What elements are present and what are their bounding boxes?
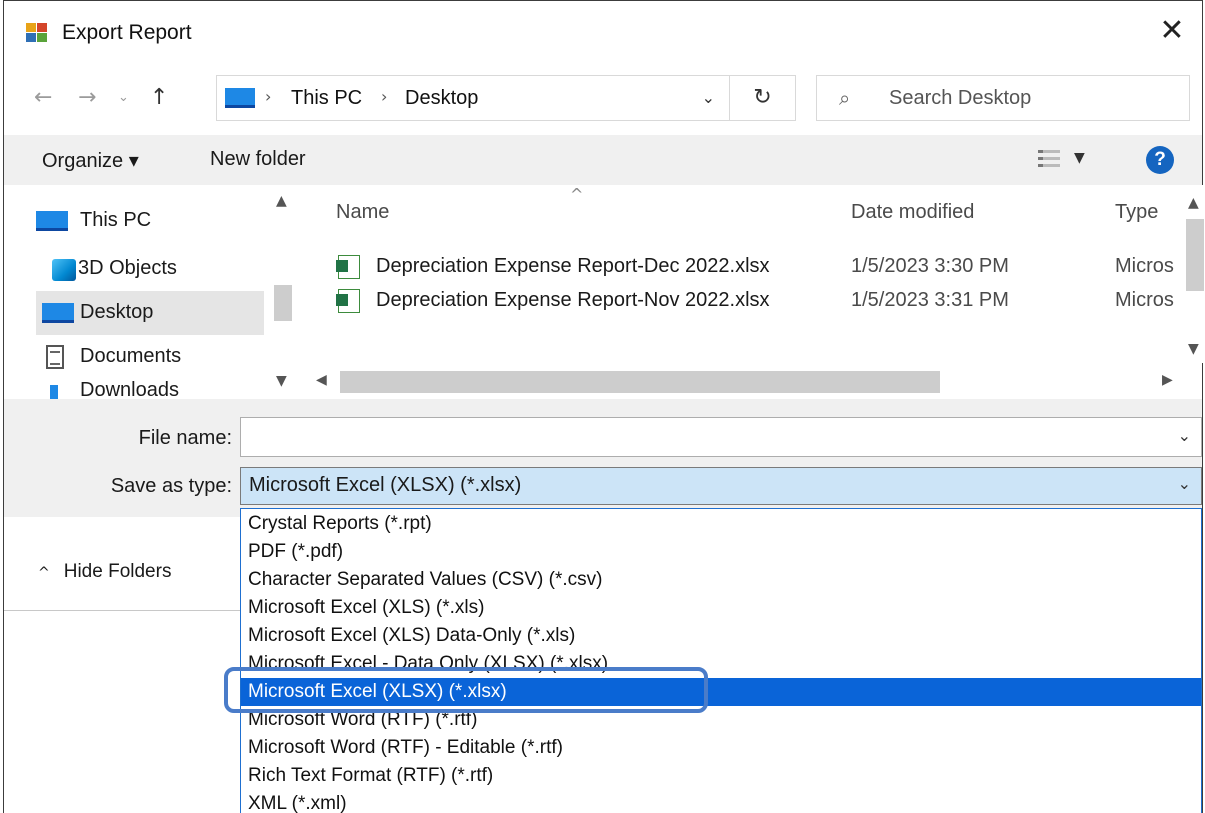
save-as-type-chevron-icon[interactable]: ⌄: [1178, 474, 1191, 493]
file-name-label: File name:: [138, 427, 232, 449]
nav-item-documents[interactable]: Documents: [36, 335, 264, 379]
3d-objects-icon: [52, 259, 76, 281]
file-type: Micros: [1115, 255, 1174, 277]
excel-file-icon: [336, 289, 360, 313]
scroll-up-icon[interactable]: ▲: [276, 193, 287, 209]
sort-caret-icon: ^: [570, 185, 584, 204]
divider: [4, 610, 240, 611]
scroll-thumb[interactable]: [1186, 219, 1204, 291]
column-header-label: Name: [336, 201, 390, 223]
option-crystal-reports[interactable]: Crystal Reports (*.rpt): [241, 510, 1201, 538]
file-type: Micros: [1115, 289, 1174, 311]
file-name: Depreciation Expense Report-Nov 2022.xls…: [376, 289, 770, 311]
scroll-thumb[interactable]: [274, 285, 292, 321]
nav-item-label: This PC: [80, 209, 152, 231]
search-input[interactable]: ⌕ Search Desktop: [816, 75, 1190, 121]
scroll-thumb[interactable]: [340, 371, 940, 393]
file-date: 1/5/2023 3:31 PM: [851, 289, 1009, 311]
save-as-type-select[interactable]: Microsoft Excel (XLSX) (*.xlsx) ⌄: [240, 467, 1202, 505]
option-xml[interactable]: XML (*.xml): [241, 790, 1201, 813]
excel-file-icon: [336, 255, 360, 279]
column-header-name[interactable]: Name ^: [336, 185, 583, 224]
desktop-icon: [42, 303, 74, 323]
option-csv[interactable]: Character Separated Values (CSV) (*.csv): [241, 566, 1201, 594]
breadcrumb-this-pc[interactable]: This PC: [291, 87, 362, 110]
nav-item-desktop[interactable]: Desktop: [36, 291, 264, 335]
selection-highlight-ring: [224, 667, 708, 713]
scroll-up-icon[interactable]: ▲: [1188, 195, 1199, 211]
hide-folders-label: Hide Folders: [63, 561, 172, 582]
nav-item-this-pc[interactable]: This PC: [24, 199, 264, 243]
chevron-up-icon: ^: [38, 565, 50, 581]
address-bar[interactable]: › This PC › Desktop ⌄: [216, 75, 730, 121]
window-title: Export Report: [62, 21, 192, 44]
back-arrow-icon[interactable]: ←: [34, 81, 52, 115]
close-icon[interactable]: ✕: [1152, 11, 1192, 51]
up-arrow-icon[interactable]: ↑: [150, 81, 168, 115]
navigation-pane: This PC 3D Objects Desktop Documents Dow…: [4, 185, 300, 399]
file-date: 1/5/2023 3:30 PM: [851, 255, 1009, 277]
computer-icon: [36, 211, 68, 231]
save-as-type-value: Microsoft Excel (XLSX) (*.xlsx): [249, 474, 522, 496]
option-pdf[interactable]: PDF (*.pdf): [241, 538, 1201, 566]
app-icon: [26, 23, 48, 43]
help-icon[interactable]: ?: [1146, 146, 1174, 174]
address-row: ← → ⌄ ↑ › This PC › Desktop ⌄ ↻ ⌕ Search…: [4, 65, 1202, 131]
hide-folders-button[interactable]: ^ Hide Folders: [38, 561, 171, 583]
search-icon: ⌕: [839, 86, 851, 110]
scroll-right-icon[interactable]: ▶: [1162, 372, 1173, 388]
file-list-horizontal-scrollbar[interactable]: ◀ ▶: [304, 363, 1184, 399]
option-excel-xls-data-only[interactable]: Microsoft Excel (XLS) Data-Only (*.xls): [241, 622, 1201, 650]
nav-scrollbar[interactable]: ▲ ▼: [270, 185, 296, 399]
file-name-dropdown-chevron-icon[interactable]: ⌄: [1178, 426, 1191, 445]
address-dropdown-chevron-icon[interactable]: ⌄: [702, 88, 715, 107]
file-row[interactable]: Depreciation Expense Report-Dec 2022.xls…: [304, 251, 1184, 285]
nav-item-label: Desktop: [80, 301, 154, 323]
recent-locations-chevron-icon[interactable]: ⌄: [118, 81, 129, 115]
search-placeholder: Search Desktop: [889, 87, 1032, 109]
command-bar: Organize ▾ New folder ▼ ?: [4, 135, 1202, 185]
option-rich-text-format[interactable]: Rich Text Format (RTF) (*.rtf): [241, 762, 1201, 790]
scroll-down-icon[interactable]: ▼: [1188, 341, 1199, 357]
file-name: Depreciation Expense Report-Dec 2022.xls…: [376, 255, 770, 277]
scroll-left-icon[interactable]: ◀: [316, 372, 327, 388]
forward-arrow-icon[interactable]: →: [78, 81, 96, 115]
new-folder-button[interactable]: New folder: [210, 148, 306, 171]
refresh-icon[interactable]: ↻: [730, 75, 796, 121]
option-word-rtf-editable[interactable]: Microsoft Word (RTF) - Editable (*.rtf): [241, 734, 1201, 762]
file-row[interactable]: Depreciation Expense Report-Nov 2022.xls…: [304, 285, 1184, 319]
nav-item-downloads[interactable]: Downloads: [36, 379, 264, 399]
column-header-type[interactable]: Type: [1115, 201, 1158, 224]
breadcrumb-desktop[interactable]: Desktop: [405, 87, 478, 110]
nav-item-3d-objects[interactable]: 3D Objects: [36, 247, 264, 291]
save-form-area: File name: ⌄ Save as type: Microsoft Exc…: [4, 399, 1202, 517]
downloads-icon: [50, 385, 58, 399]
nav-item-label: Downloads: [80, 379, 179, 399]
documents-icon: [46, 345, 64, 369]
file-list-vertical-scrollbar[interactable]: ▲ ▼: [1184, 185, 1205, 363]
title-bar: Export Report ✕: [4, 1, 1202, 65]
save-as-type-options-list: Crystal Reports (*.rpt) PDF (*.pdf) Char…: [240, 508, 1202, 813]
breadcrumb-separator-icon: ›: [265, 87, 272, 106]
nav-item-label: Documents: [80, 345, 182, 367]
file-name-field[interactable]: ⌄: [240, 417, 1202, 457]
this-pc-icon: [225, 88, 255, 108]
organize-button[interactable]: Organize ▾: [42, 148, 139, 173]
breadcrumb-separator-icon: ›: [381, 87, 388, 106]
save-as-type-label: Save as type:: [110, 475, 232, 497]
option-excel-xls[interactable]: Microsoft Excel (XLS) (*.xls): [241, 594, 1201, 622]
scroll-down-icon[interactable]: ▼: [276, 373, 287, 389]
column-header-date[interactable]: Date modified: [851, 201, 974, 224]
view-chevron-icon[interactable]: ▼: [1074, 150, 1085, 166]
nav-item-label: 3D Objects: [78, 257, 177, 279]
view-options-icon[interactable]: [1038, 149, 1060, 169]
